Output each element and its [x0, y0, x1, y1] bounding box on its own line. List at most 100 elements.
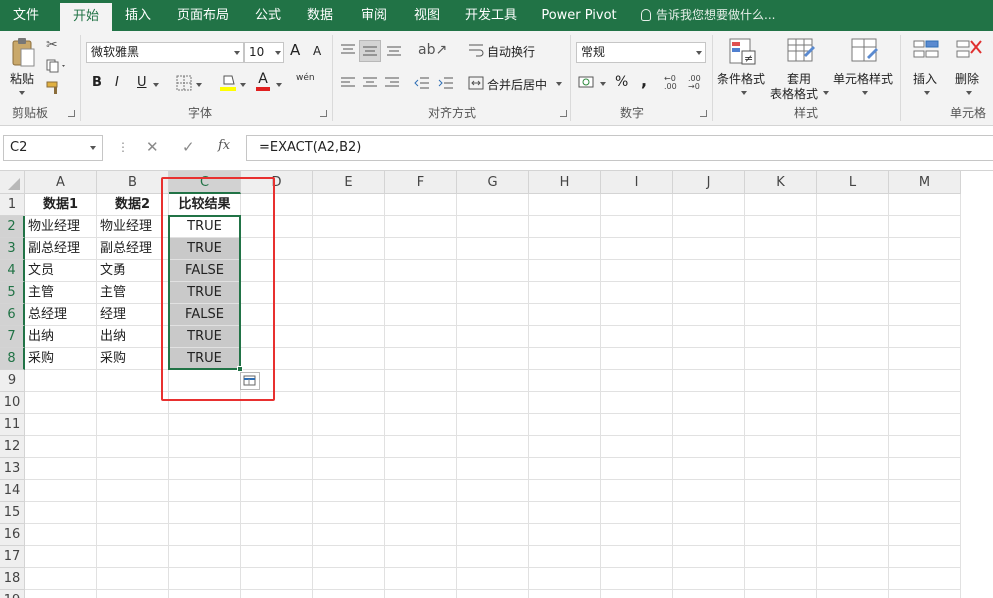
cell-m1[interactable] [889, 194, 961, 216]
cell-a15[interactable] [25, 502, 97, 524]
cell-d6[interactable] [241, 304, 313, 326]
cell-j10[interactable] [673, 392, 745, 414]
borders-icon[interactable] [176, 75, 192, 91]
cell-e12[interactable] [313, 436, 385, 458]
cell-m16[interactable] [889, 524, 961, 546]
cell-h13[interactable] [529, 458, 601, 480]
tab-home[interactable]: 开始 [60, 3, 112, 31]
cell-a7[interactable]: 出纳 [25, 326, 97, 348]
cell-b9[interactable] [97, 370, 169, 392]
cell-a1[interactable]: 数据1 [25, 194, 97, 216]
cell-i2[interactable] [601, 216, 673, 238]
cell-h12[interactable] [529, 436, 601, 458]
cell-l7[interactable] [817, 326, 889, 348]
cell-j2[interactable] [673, 216, 745, 238]
column-header-f[interactable]: F [385, 171, 457, 194]
cell-g13[interactable] [457, 458, 529, 480]
cell-m14[interactable] [889, 480, 961, 502]
cell-e3[interactable] [313, 238, 385, 260]
cell-b13[interactable] [97, 458, 169, 480]
cell-k8[interactable] [745, 348, 817, 370]
cell-d2[interactable] [241, 216, 313, 238]
cell-c17[interactable] [169, 546, 241, 568]
row-header-14[interactable]: 14 [0, 480, 25, 502]
font-size-dropdown-icon[interactable] [275, 51, 281, 55]
cell-g15[interactable] [457, 502, 529, 524]
cell-j1[interactable] [673, 194, 745, 216]
cell-j6[interactable] [673, 304, 745, 326]
cell-e6[interactable] [313, 304, 385, 326]
cell-k3[interactable] [745, 238, 817, 260]
cell-g7[interactable] [457, 326, 529, 348]
cell-k7[interactable] [745, 326, 817, 348]
cell-styles-icon[interactable] [850, 37, 880, 67]
align-middle-icon[interactable] [359, 40, 381, 62]
row-header-3[interactable]: 3 [0, 238, 25, 260]
cell-m18[interactable] [889, 568, 961, 590]
cell-g1[interactable] [457, 194, 529, 216]
cell-f19[interactable] [385, 590, 457, 598]
cell-j12[interactable] [673, 436, 745, 458]
cell-j5[interactable] [673, 282, 745, 304]
cell-i15[interactable] [601, 502, 673, 524]
cell-g11[interactable] [457, 414, 529, 436]
cell-k19[interactable] [745, 590, 817, 598]
cell-l15[interactable] [817, 502, 889, 524]
row-header-12[interactable]: 12 [0, 436, 25, 458]
wrap-text-button[interactable]: 自动换行 [487, 43, 535, 60]
align-bottom-icon[interactable] [386, 43, 402, 57]
row-header-10[interactable]: 10 [0, 392, 25, 414]
cell-m2[interactable] [889, 216, 961, 238]
cell-i6[interactable] [601, 304, 673, 326]
cell-a6[interactable]: 总经理 [25, 304, 97, 326]
cell-g5[interactable] [457, 282, 529, 304]
cell-j17[interactable] [673, 546, 745, 568]
cell-j15[interactable] [673, 502, 745, 524]
cell-b6[interactable]: 经理 [97, 304, 169, 326]
cell-g18[interactable] [457, 568, 529, 590]
decrease-indent-icon[interactable] [414, 76, 430, 90]
column-header-g[interactable]: G [457, 171, 529, 194]
orientation-icon[interactable]: ab↗ [418, 42, 447, 58]
cell-f17[interactable] [385, 546, 457, 568]
cell-h18[interactable] [529, 568, 601, 590]
row-header-1[interactable]: 1 [0, 194, 25, 216]
cell-d19[interactable] [241, 590, 313, 598]
row-header-6[interactable]: 6 [0, 304, 25, 326]
insert-dropdown-icon[interactable] [924, 91, 930, 95]
cell-b17[interactable] [97, 546, 169, 568]
cell-a4[interactable]: 文员 [25, 260, 97, 282]
cell-c18[interactable] [169, 568, 241, 590]
font-color-dropdown-icon[interactable] [276, 83, 282, 87]
cell-m15[interactable] [889, 502, 961, 524]
font-launcher-icon[interactable] [320, 110, 327, 117]
cell-e15[interactable] [313, 502, 385, 524]
grow-font-icon[interactable]: A [290, 41, 300, 59]
cancel-icon[interactable]: ✕ [146, 138, 159, 156]
cell-i8[interactable] [601, 348, 673, 370]
cell-e19[interactable] [313, 590, 385, 598]
cell-d10[interactable] [241, 392, 313, 414]
cell-c15[interactable] [169, 502, 241, 524]
shrink-font-icon[interactable]: A [313, 44, 321, 58]
cell-m3[interactable] [889, 238, 961, 260]
cell-h2[interactable] [529, 216, 601, 238]
cell-h19[interactable] [529, 590, 601, 598]
cell-h8[interactable] [529, 348, 601, 370]
cell-i13[interactable] [601, 458, 673, 480]
cell-d5[interactable] [241, 282, 313, 304]
cell-k4[interactable] [745, 260, 817, 282]
cell-m8[interactable] [889, 348, 961, 370]
format-painter-icon[interactable] [46, 81, 64, 95]
cell-f8[interactable] [385, 348, 457, 370]
column-header-a[interactable]: A [25, 171, 97, 194]
cell-f13[interactable] [385, 458, 457, 480]
cell-f14[interactable] [385, 480, 457, 502]
cell-h4[interactable] [529, 260, 601, 282]
cell-e5[interactable] [313, 282, 385, 304]
cell-k6[interactable] [745, 304, 817, 326]
paste-button[interactable]: 粘贴 [8, 70, 36, 87]
cell-styles-dropdown-icon[interactable] [862, 91, 868, 95]
cell-i4[interactable] [601, 260, 673, 282]
row-header-4[interactable]: 4 [0, 260, 25, 282]
